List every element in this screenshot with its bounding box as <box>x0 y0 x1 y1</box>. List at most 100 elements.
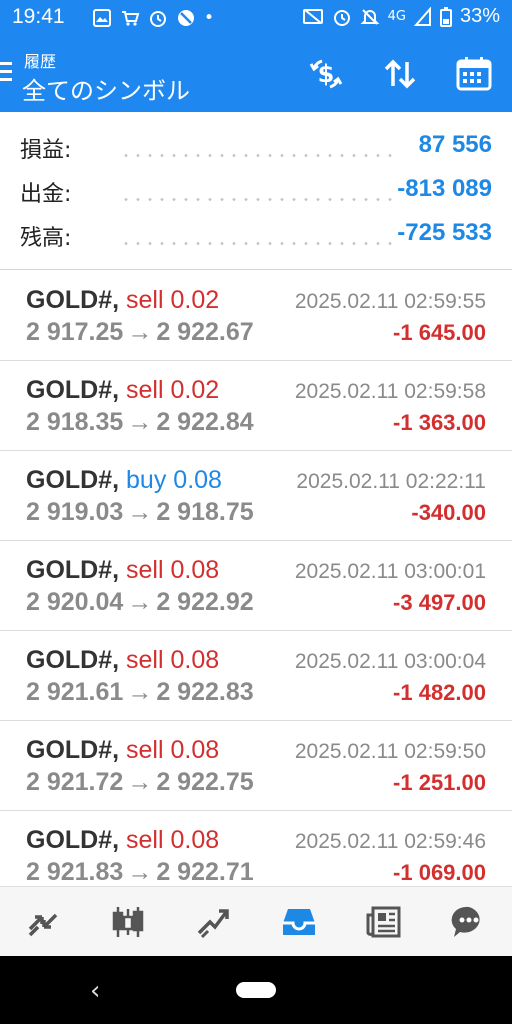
trade-symbol-line: GOLD#, sell 0.08 <box>26 736 219 765</box>
trade-prices: 2 921.72 → 2 922.75 <box>26 768 254 797</box>
bottom-navigation <box>0 886 512 956</box>
trade-side: sell 0.08 <box>126 826 220 854</box>
trade-side: sell 0.02 <box>126 376 220 404</box>
trade-profit: -1 363.00 <box>393 410 486 435</box>
notification-icons: • <box>92 7 214 29</box>
dotted-leader <box>120 242 392 245</box>
home-pill[interactable] <box>236 982 276 998</box>
chart-icon[interactable] <box>85 887 170 956</box>
trade-side: sell 0.08 <box>126 736 220 764</box>
trade-symbol-line: GOLD#, sell 0.02 <box>26 376 219 405</box>
trade-profit: -1 645.00 <box>393 320 486 345</box>
arrow-right-icon: → <box>127 588 153 616</box>
network-type: 4G <box>387 8 406 24</box>
trade-symbol: GOLD#, <box>26 376 120 404</box>
trade-history-list[interactable]: GOLD#, sell 0.02 2 917.25 → 2 922.67 2025.… <box>0 271 512 886</box>
trade-symbol: GOLD#, <box>26 466 120 494</box>
trade-symbol: GOLD#, <box>26 286 120 314</box>
dot-icon: • <box>204 8 215 28</box>
chat-icon[interactable] <box>427 887 512 956</box>
dollar-exchange-icon[interactable]: $ <box>306 54 346 94</box>
close-price: 2 922.71 <box>156 858 254 886</box>
trade-side: buy 0.08 <box>126 466 222 494</box>
news-icon[interactable] <box>341 887 426 956</box>
close-price: 2 918.75 <box>156 498 254 526</box>
trade-date: 2025.02.11 02:22:11 <box>296 470 486 493</box>
trade-symbol-line: GOLD#, sell 0.08 <box>26 826 219 855</box>
close-price: 2 922.83 <box>156 678 254 706</box>
trade-symbol: GOLD#, <box>26 646 120 674</box>
profit-label: 損益: <box>20 138 72 163</box>
trade-prices: 2 918.35 → 2 922.84 <box>26 408 254 437</box>
trade-row[interactable]: GOLD#, sell 0.08 2 920.04 → 2 922.92 2025.… <box>0 541 512 631</box>
open-price: 2 918.35 <box>26 408 124 436</box>
trade-prices: 2 920.04 → 2 922.92 <box>26 588 254 617</box>
image-icon <box>93 9 111 27</box>
balance-value: -725 533 <box>397 219 492 246</box>
open-price: 2 921.83 <box>26 858 124 886</box>
back-icon[interactable]: ‹ <box>90 976 100 1006</box>
trade-symbol-line: GOLD#, sell 0.08 <box>26 556 219 585</box>
svg-text:$: $ <box>318 60 335 88</box>
trade-symbol: GOLD#, <box>26 736 120 764</box>
open-price: 2 919.03 <box>26 498 124 526</box>
trade-profit: -1 069.00 <box>393 860 486 885</box>
trade-row[interactable]: GOLD#, buy 0.08 2 919.03 → 2 918.75 2025.0… <box>0 451 512 541</box>
cart-icon <box>122 11 140 26</box>
trade-profit: -1 251.00 <box>393 770 486 795</box>
summary-panel: 損益: 87 556 出金: -813 089 残高: -725 533 <box>0 112 512 270</box>
header-title[interactable]: 全てのシンボル <box>22 71 190 106</box>
sort-icon[interactable] <box>380 54 420 94</box>
trade-profit: -340.00 <box>411 500 486 525</box>
balance-label: 残高: <box>20 226 72 251</box>
open-price: 2 917.25 <box>26 318 124 346</box>
summary-profit-row: 損益: 87 556 <box>20 131 492 168</box>
trade-prices: 2 917.25 → 2 922.67 <box>26 318 254 347</box>
calendar-icon[interactable] <box>454 54 494 94</box>
withdrawal-value: -813 089 <box>397 175 492 202</box>
close-price: 2 922.84 <box>156 408 254 436</box>
trade-date: 2025.02.11 02:59:46 <box>294 830 486 853</box>
cast-off-icon <box>302 8 323 24</box>
close-price: 2 922.92 <box>156 588 254 616</box>
trade-symbol: GOLD#, <box>26 556 120 584</box>
trade-profit: -3 497.00 <box>393 590 486 615</box>
app-bar: 履歴 全てのシンボル $ <box>0 36 512 112</box>
trade-side: sell 0.08 <box>126 646 220 674</box>
battery-level: 33% <box>459 5 500 27</box>
quotes-icon[interactable] <box>0 887 85 956</box>
trade-profit: -1 482.00 <box>393 680 486 705</box>
trade-row[interactable]: GOLD#, sell 0.02 2 917.25 → 2 922.67 2025.… <box>0 271 512 361</box>
arrow-right-icon: → <box>127 858 153 886</box>
blocked-icon <box>178 10 194 26</box>
trade-row[interactable]: GOLD#, sell 0.08 2 921.83 → 2 922.71 2025.… <box>0 811 512 886</box>
trade-date: 2025.02.11 03:00:04 <box>294 650 486 673</box>
trade-prices: 2 919.03 → 2 918.75 <box>26 498 254 527</box>
trade-symbol-line: GOLD#, sell 0.08 <box>26 646 219 675</box>
dotted-leader <box>120 198 392 201</box>
menu-icon[interactable] <box>0 62 12 82</box>
open-price: 2 921.61 <box>26 678 124 706</box>
trade-side: sell 0.08 <box>126 556 220 584</box>
history-icon[interactable] <box>256 887 341 956</box>
arrow-right-icon: → <box>127 318 153 346</box>
trade-icon[interactable] <box>171 887 256 956</box>
trade-symbol: GOLD#, <box>26 826 120 854</box>
trade-row[interactable]: GOLD#, sell 0.08 2 921.72 → 2 922.75 2025.… <box>0 721 512 811</box>
trade-row[interactable]: GOLD#, sell 0.08 2 921.61 → 2 922.83 2025.… <box>0 631 512 721</box>
alarm-icon <box>150 11 166 27</box>
dotted-leader <box>120 154 392 157</box>
system-icons: 4G 33% <box>302 5 500 28</box>
arrow-right-icon: → <box>127 678 153 706</box>
mute-icon <box>360 8 380 25</box>
trade-row[interactable]: GOLD#, sell 0.02 2 918.35 → 2 922.84 2025.… <box>0 361 512 451</box>
arrow-right-icon: → <box>127 408 153 436</box>
open-price: 2 921.72 <box>26 768 124 796</box>
trade-date: 2025.02.11 02:59:58 <box>294 380 486 403</box>
system-navigation-bar: ‹ <box>0 956 512 1024</box>
withdrawal-label: 出金: <box>20 182 72 207</box>
close-price: 2 922.75 <box>156 768 254 796</box>
open-price: 2 920.04 <box>26 588 124 616</box>
battery-icon <box>439 6 452 27</box>
trade-date: 2025.02.11 02:59:50 <box>294 740 486 763</box>
